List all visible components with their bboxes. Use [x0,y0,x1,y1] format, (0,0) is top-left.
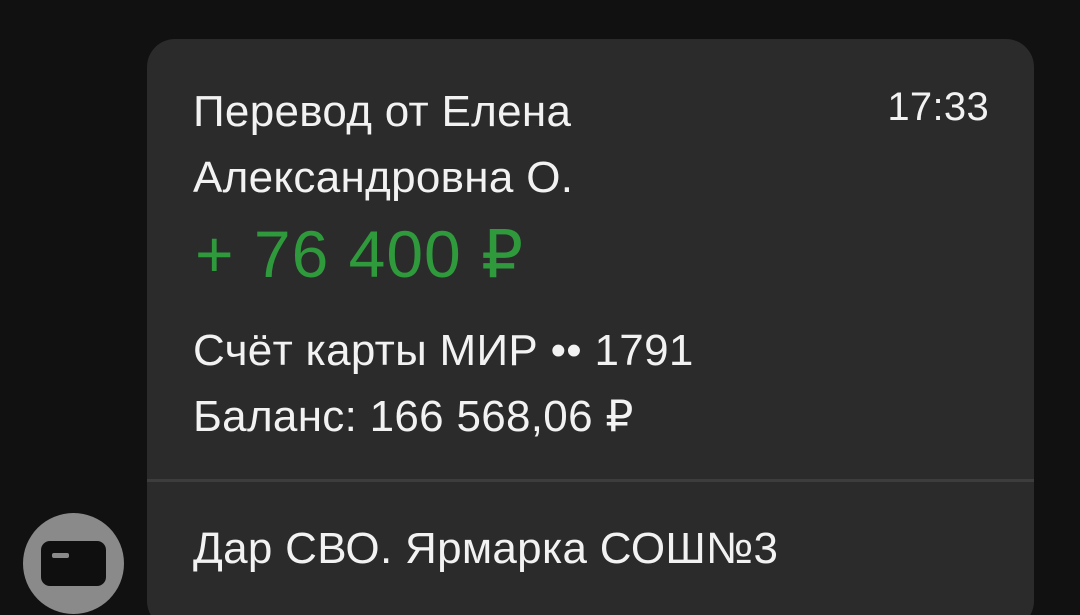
account-balance: Баланс: 166 568,06 ₽ [193,392,634,441]
transfer-message-bubble[interactable]: Перевод от Елена Александровна О. 17:33 … [147,39,1034,615]
message-divider [147,479,1034,482]
transfer-details: Перевод от Елена Александровна О. 17:33 … [147,39,1034,479]
chat-screen: Перевод от Елена Александровна О. 17:33 … [0,0,1080,615]
transfer-comment: Дар СВО. Ярмарка СОШ№3 [193,524,779,573]
message-time: 17:33 [887,85,989,129]
bank-card-icon [41,541,106,586]
transfer-amount: + 76 400 ₽ [195,217,525,291]
transfer-sender: Перевод от Елена Александровна О. [193,87,574,202]
card-account: Счёт карты МИР •• 1791 [193,326,694,375]
sender-avatar[interactable] [23,513,124,614]
card-chip [52,553,69,558]
